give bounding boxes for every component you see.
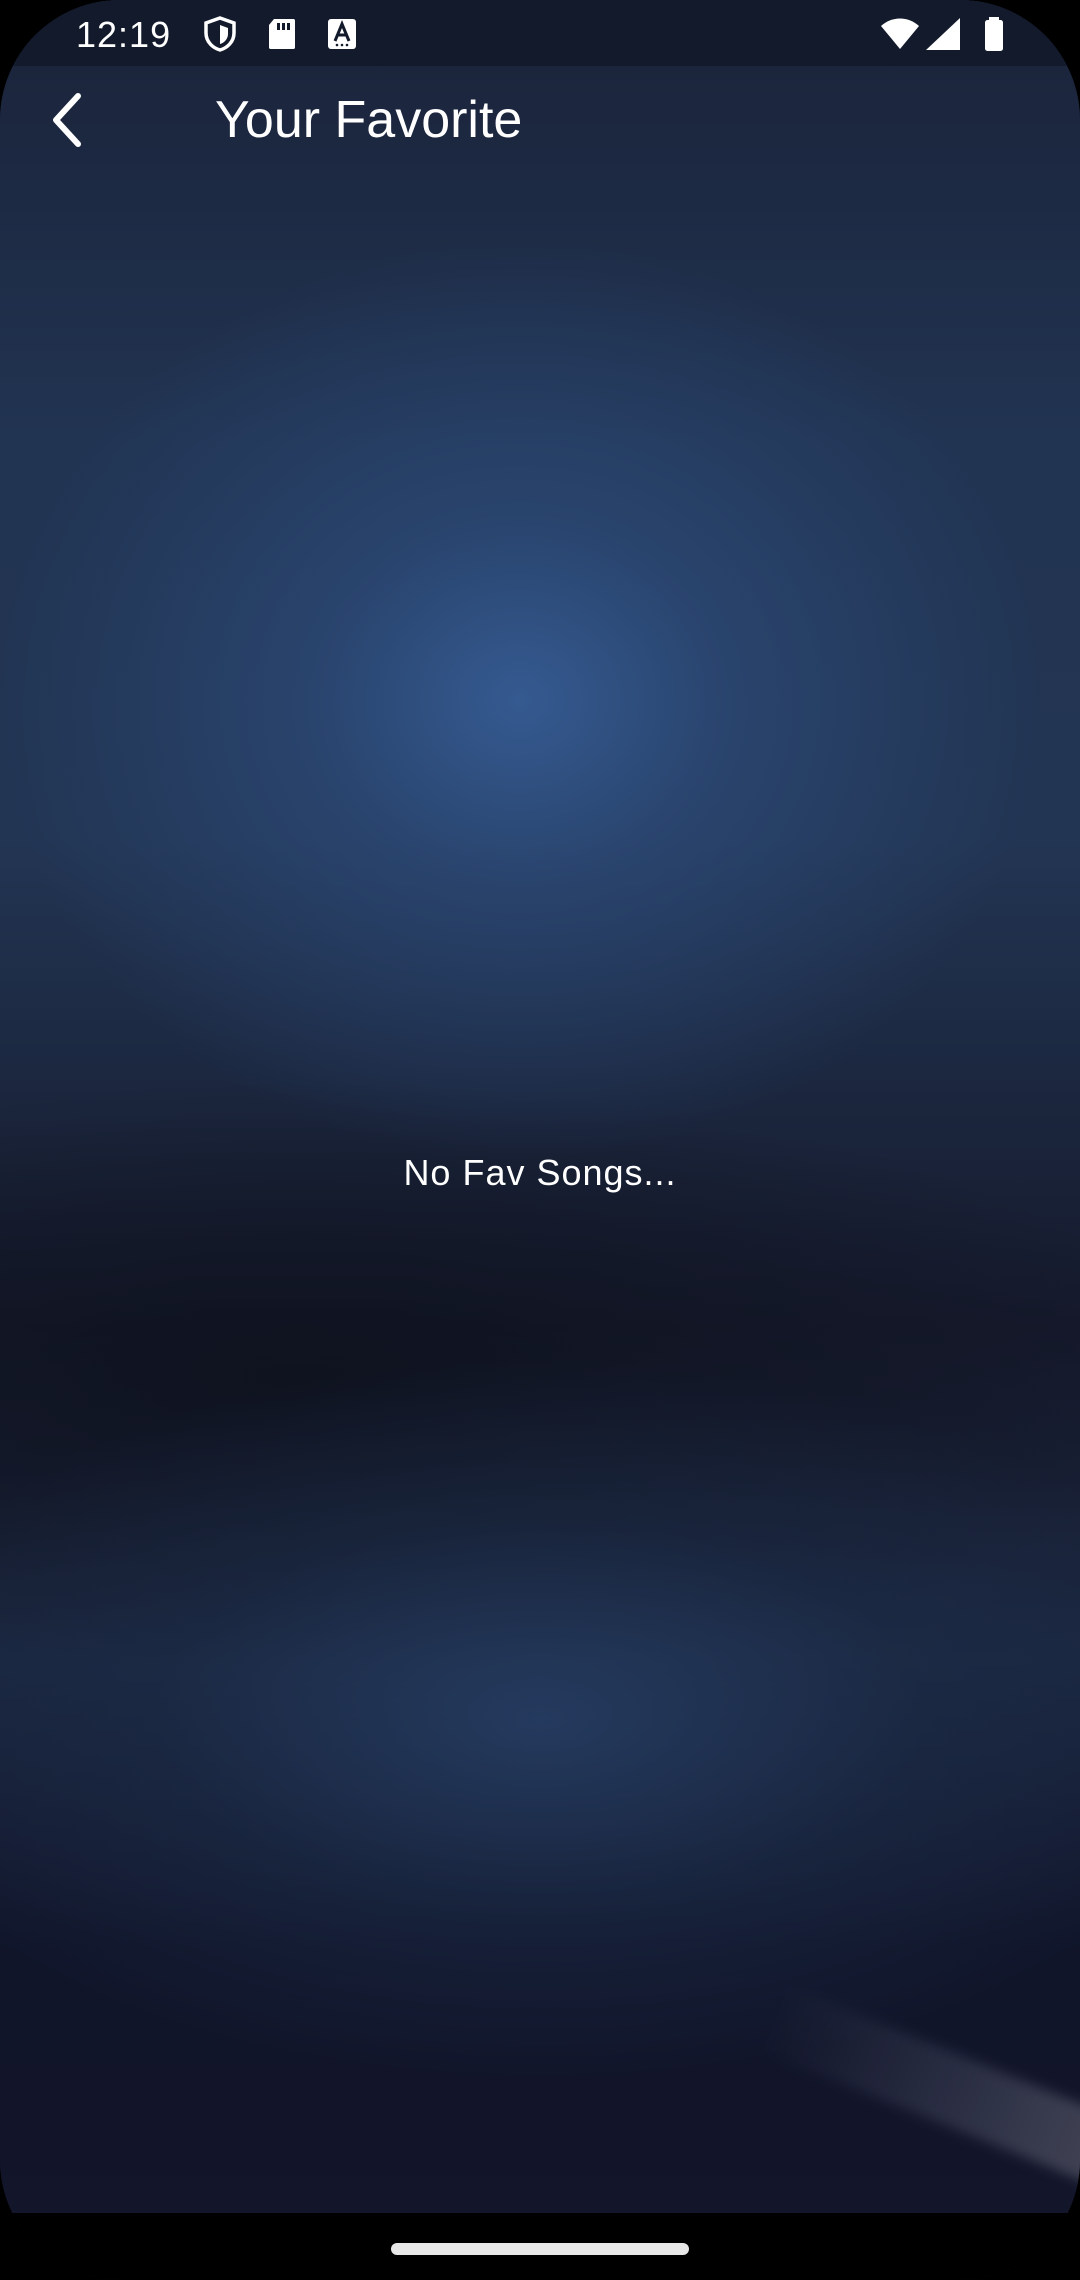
sd-card-icon	[262, 16, 302, 52]
battery-icon	[974, 16, 1014, 52]
system-navigation-bar	[0, 2213, 1080, 2280]
wifi-icon	[880, 16, 920, 52]
shield-icon	[200, 16, 240, 52]
back-button[interactable]	[30, 86, 102, 158]
app-bar: Your Favorite	[0, 66, 1080, 176]
chevron-left-icon	[44, 90, 88, 155]
home-gesture-pill[interactable]	[391, 2243, 689, 2255]
background-gradient	[0, 0, 1080, 2213]
empty-state-message: No Fav Songs...	[403, 1152, 677, 1193]
status-time: 12:19	[76, 14, 172, 55]
page-title: Your Favorite	[215, 91, 523, 149]
status-bar: 12:19	[0, 0, 1080, 66]
translate-a-icon	[322, 16, 362, 52]
phone-screen: 12:19 Your Favorite No Fav Songs...	[0, 0, 1080, 2280]
cell-signal-icon	[924, 16, 964, 52]
